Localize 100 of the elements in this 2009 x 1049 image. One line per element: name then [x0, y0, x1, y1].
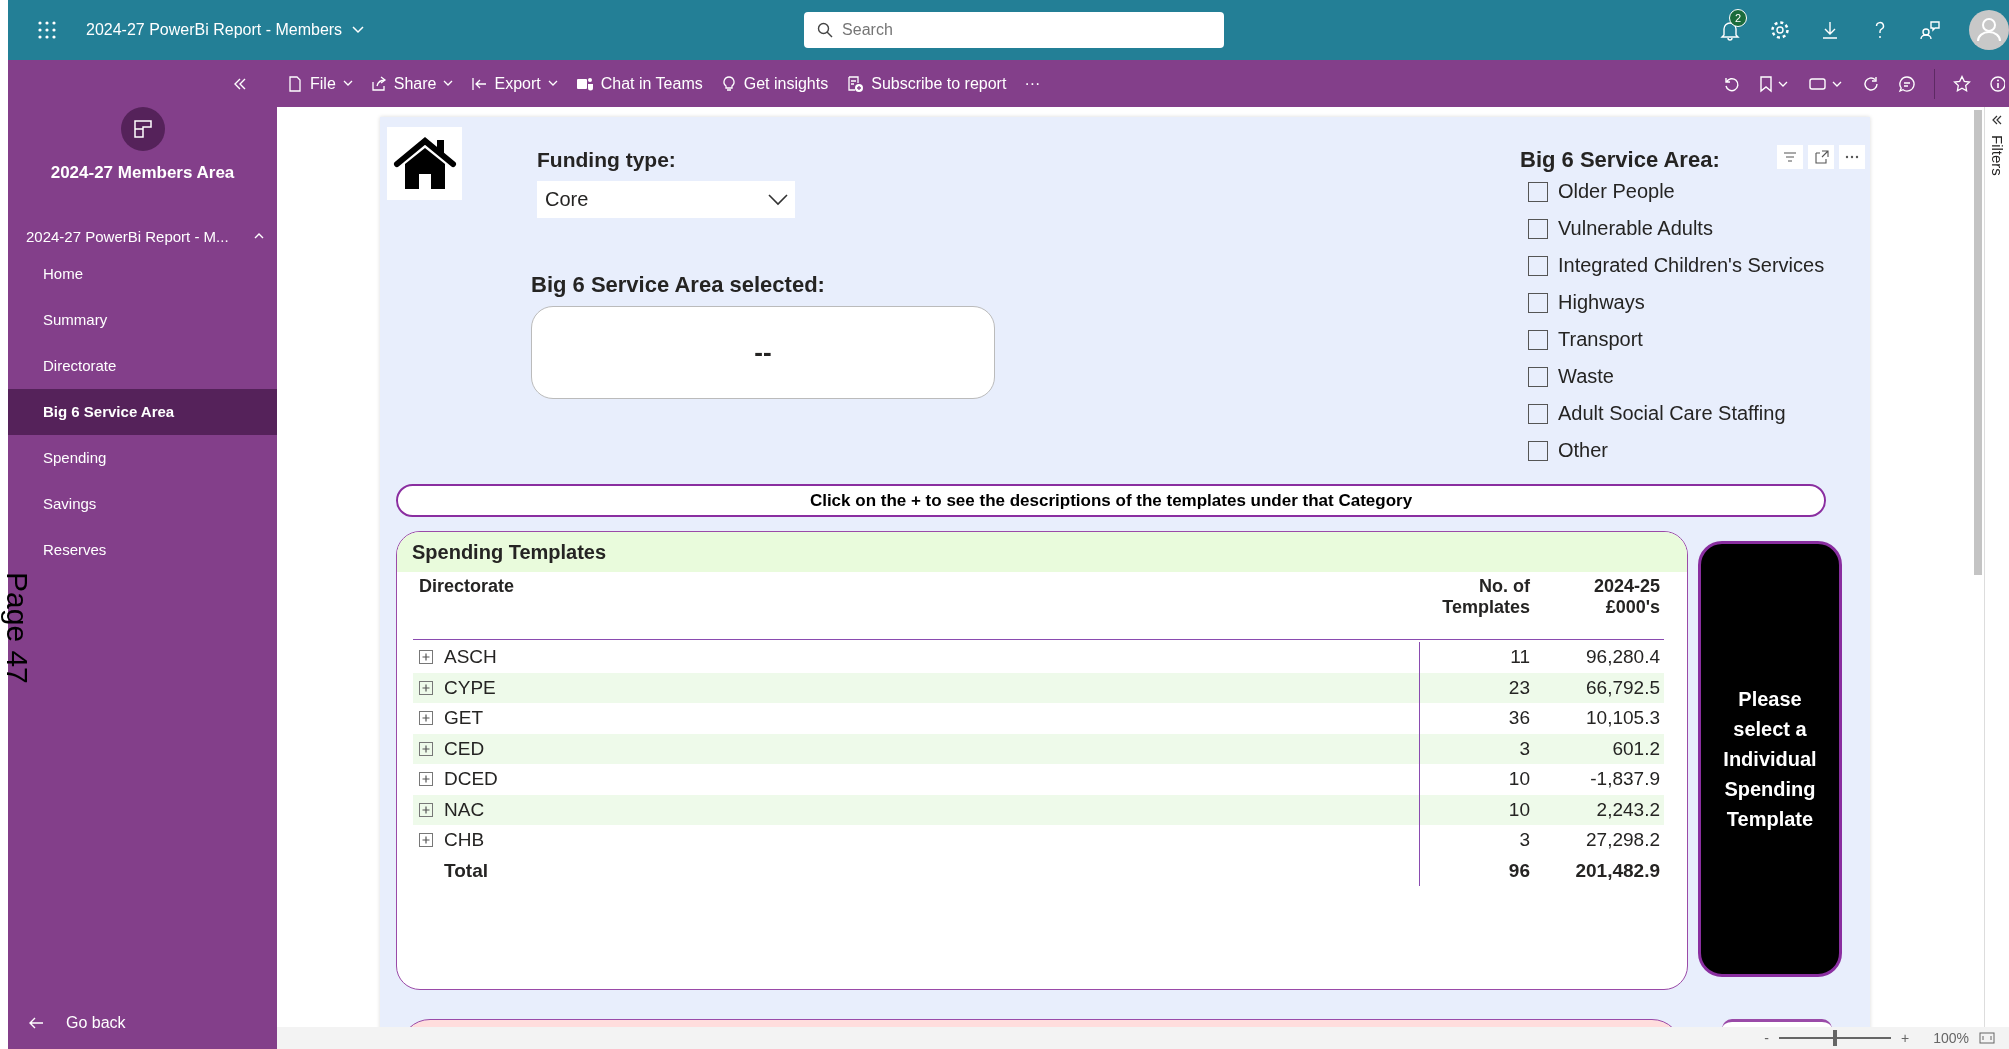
table-cell: DCED	[444, 768, 498, 791]
page-nav-item[interactable]: Summary	[8, 297, 277, 343]
star-icon[interactable]	[1953, 74, 1971, 93]
checkbox[interactable]	[1528, 181, 1548, 202]
table-cell: 10,105.3	[1586, 707, 1660, 730]
report-title[interactable]: 2024-27 PowerBi Report - Members	[86, 21, 343, 39]
table-cell: NAC	[444, 798, 485, 821]
refresh-icon[interactable]	[1862, 74, 1880, 93]
expand-icon[interactable]	[419, 680, 433, 695]
go-back-link[interactable]: Go back	[8, 1003, 277, 1043]
chevron-down-icon[interactable]	[352, 26, 365, 34]
page-nav-item[interactable]: Savings	[8, 481, 277, 527]
toolbar-button[interactable]: Export	[463, 70, 566, 97]
option-label: Waste	[1558, 365, 1614, 388]
table-cell: 10	[1508, 768, 1530, 791]
bookmark-icon[interactable]	[1758, 74, 1790, 93]
workspace-title: 2024-27 Members Area	[49, 163, 236, 183]
slicer-title: Big 6 Service Area:	[1520, 147, 1720, 173]
table-cell: 66,792.5	[1586, 676, 1660, 699]
checkbox[interactable]	[1528, 403, 1548, 424]
expand-icon[interactable]	[419, 711, 433, 726]
share-icon	[370, 75, 387, 92]
expand-icon[interactable]	[419, 772, 433, 787]
toolbar-button[interactable]: File	[279, 70, 361, 97]
focus-mode-icon[interactable]	[1808, 145, 1834, 169]
table-cell: ASCH	[444, 646, 497, 669]
table-cell: 3	[1519, 829, 1530, 852]
zoom-in-button[interactable]: +	[1901, 1030, 1910, 1046]
table-cell: 96,280.4	[1586, 646, 1660, 669]
back-arrow-icon	[28, 1016, 44, 1030]
page-nav-item[interactable]: Spending	[8, 435, 277, 481]
toolbar-button[interactable]: Get insights	[712, 70, 837, 97]
lightbulb-icon	[720, 75, 737, 92]
caret-icon	[342, 80, 353, 87]
table-title: Spending Templates	[397, 532, 1687, 572]
column-header: 2024-25 £000's	[1592, 576, 1660, 618]
search-icon	[817, 22, 834, 38]
toolbar-button[interactable]: Chat in Teams	[567, 70, 711, 97]
option-label: Older People	[1558, 180, 1675, 203]
table-cell: 23	[1508, 676, 1530, 699]
expand-icon[interactable]	[419, 802, 433, 817]
expand-icon	[1992, 115, 2002, 125]
filters-pane[interactable]: Filters	[1984, 107, 2009, 1027]
search-field[interactable]: Search	[804, 12, 1225, 48]
table-cell: CED	[444, 737, 485, 760]
toolbar-button[interactable]: Share	[362, 70, 462, 97]
table-cell: CHB	[444, 829, 485, 852]
option-label: Integrated Children's Services	[1558, 254, 1825, 277]
page-nav-item[interactable]: Home	[8, 251, 277, 297]
option-label: Transport	[1558, 328, 1643, 351]
page-nav-item[interactable]: Directorate	[8, 343, 277, 389]
app-launcher-icon[interactable]	[38, 21, 56, 39]
option-label: Highways	[1558, 291, 1645, 314]
avatar-icon[interactable]	[1969, 10, 2009, 50]
option-label: Vulnerable Adults	[1558, 217, 1713, 240]
expand-icon[interactable]	[419, 833, 433, 848]
table-cell: 3	[1519, 737, 1530, 760]
settings-icon[interactable]	[1769, 19, 1791, 41]
toolbar-button[interactable]: ···	[1016, 70, 1049, 97]
expand-icon[interactable]	[419, 650, 433, 665]
document-icon	[287, 75, 303, 92]
table-cell: CYPE	[444, 676, 496, 699]
report-nav-item[interactable]: 2024-27 PowerBi Report - M...	[8, 221, 277, 251]
toolbar-button[interactable]: Subscribe to report	[838, 70, 1015, 97]
table-cell: 2,243.2	[1596, 798, 1660, 821]
page-nav-item[interactable]: Big 6 Service Area	[8, 389, 277, 435]
table-cell: 27,298.2	[1586, 829, 1660, 852]
funding-type-dropdown[interactable]: Core	[537, 181, 795, 218]
info-icon[interactable]	[1989, 74, 2005, 93]
page-number: Page 47	[0, 572, 34, 684]
collapse-icon[interactable]	[233, 76, 247, 91]
page-nav-item[interactable]: Reserves	[8, 527, 277, 573]
table-cell: -1,837.9	[1590, 768, 1660, 791]
checkbox[interactable]	[1528, 292, 1548, 313]
option-label: Other	[1558, 439, 1609, 462]
card-label: Big 6 Service Area selected:	[531, 272, 826, 298]
checkbox[interactable]	[1528, 329, 1548, 350]
table-cell: 601.2	[1612, 737, 1660, 760]
option-label: Adult Social Care Staffing	[1558, 402, 1786, 425]
caret-icon[interactable]	[253, 232, 265, 240]
caret-icon	[443, 80, 454, 87]
checkbox[interactable]	[1528, 218, 1548, 239]
teams-icon	[575, 75, 594, 92]
zoom-out-button[interactable]: -	[1764, 1030, 1769, 1046]
table-cell: 11	[1510, 646, 1530, 669]
funding-type-label: Funding type:	[537, 148, 677, 172]
checkbox[interactable]	[1528, 255, 1548, 276]
workspace-icon	[120, 107, 165, 151]
total-cell: 96	[1508, 859, 1530, 882]
checkbox[interactable]	[1528, 366, 1548, 387]
zoom-reading: 100%	[1933, 1030, 1969, 1046]
home-icon[interactable]	[387, 127, 462, 200]
feedback-icon[interactable]	[1919, 19, 1941, 41]
comment-icon[interactable]	[1898, 74, 1916, 93]
instruction-banner: Click on the + to see the descriptions of the templates under that Category	[396, 484, 1826, 517]
zoom-slider[interactable]	[1779, 1030, 1891, 1046]
export-icon	[471, 75, 488, 92]
expand-icon[interactable]	[419, 741, 433, 756]
chevron-down-icon	[767, 192, 789, 207]
checkbox[interactable]	[1528, 440, 1548, 461]
